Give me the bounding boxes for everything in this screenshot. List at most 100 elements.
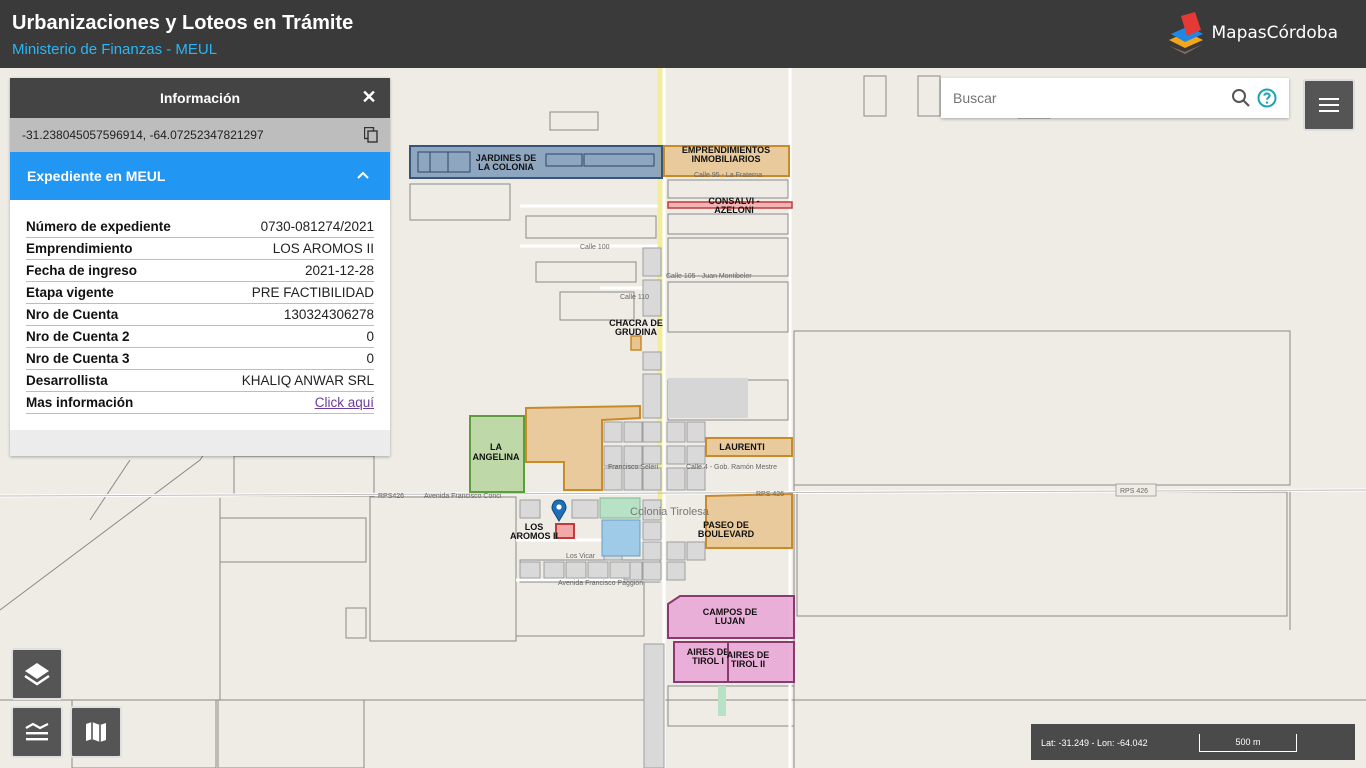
row-label: Etapa vigente	[26, 285, 114, 300]
street-calle105: Calle 105 - Juan Montibeler	[666, 273, 752, 280]
svg-text:LUJAN: LUJAN	[715, 616, 745, 626]
svg-text:GRUDINA: GRUDINA	[615, 327, 657, 337]
app-root: Urbanizaciones y Loteos en Trámite Minis…	[0, 0, 1366, 768]
street-rps426-center: RPS 426	[756, 491, 784, 498]
map-icon	[86, 722, 106, 742]
street-rps426-west: RPS426	[378, 493, 404, 500]
row-value: PRE FACTIBILIDAD	[251, 285, 374, 300]
row-label: Fecha de ingreso	[26, 263, 138, 278]
info-row: Nro de Cuenta 2 0	[26, 326, 374, 348]
label-campos-line2: LUJAN	[715, 616, 745, 626]
polygon-paseo-de-boulevard[interactable]: PASEO DE BOULEVARD	[698, 492, 793, 549]
polygon-jardines-de-la-colonia[interactable]: JARDINES DE LA COLONIA	[409, 145, 663, 179]
polygon-aires-de-tirol-i[interactable]: AIRES DE TIROL I	[673, 641, 729, 683]
row-value: 130324306278	[283, 307, 374, 322]
app-title: Urbanizaciones y Loteos en Trámite	[12, 12, 354, 34]
info-row: Número de expediente 0730-081274/2021	[26, 216, 374, 238]
label-emprendimientos-line2: INMOBILIARIOS	[692, 154, 761, 164]
street-rps426-east: RPS 426	[1120, 488, 1148, 495]
click-here-link[interactable]: Click aquí	[315, 395, 374, 410]
basemap-button[interactable]	[70, 706, 122, 758]
info-row: Etapa vigente PRE FACTIBILIDAD	[26, 282, 374, 304]
svg-text:LA COLONIA: LA COLONIA	[478, 162, 534, 172]
info-panel-header: Información ✕	[10, 78, 390, 118]
row-label: Nro de Cuenta 3	[26, 351, 130, 366]
row-value: KHALIQ ANWAR SRL	[241, 373, 374, 388]
label-town: Colonia Tirolesa	[630, 506, 710, 518]
row-label: Nro de Cuenta 2	[26, 329, 130, 344]
row-label: Mas información	[26, 395, 134, 410]
label-aires2-line2: TIROL II	[731, 659, 765, 669]
polygon-la-angelina[interactable]: LA ANGELINA	[469, 415, 525, 493]
info-row-more: Mas información Click aquí	[26, 392, 374, 414]
svg-text:AZELONI: AZELONI	[714, 205, 754, 215]
row-label: Desarrollista	[26, 373, 108, 388]
info-row: Fecha de ingreso 2021-12-28	[26, 260, 374, 282]
label-chacra-line2: GRUDINA	[615, 327, 657, 337]
row-value: 0730-081274/2021	[260, 219, 374, 234]
label-paseo-line2: BOULEVARD	[698, 529, 755, 539]
accordion-header-expediente[interactable]: Expediente en MEUL	[10, 152, 390, 200]
header: Urbanizaciones y Loteos en Trámite Minis…	[0, 0, 1366, 68]
mapascordoba-logo-icon	[1169, 12, 1204, 54]
scale-bar: Lat: -31.249 - Lon: -64.042 500 m	[1031, 724, 1355, 760]
street-gob-mestre: Calle 4 - Gob. Ramón Mestre	[686, 464, 777, 471]
hamburger-icon	[1319, 98, 1339, 112]
svg-text:ANGELINA: ANGELINA	[473, 452, 521, 462]
search-icon[interactable]	[1231, 88, 1251, 108]
close-icon[interactable]: ✕	[360, 88, 378, 106]
row-value: LOS AROMOS II	[272, 241, 374, 256]
info-row: Emprendimiento LOS AROMOS II	[26, 238, 374, 260]
info-panel: Información ✕ -31.238045057596914, -64.0…	[10, 78, 390, 456]
layers-icon	[24, 663, 50, 686]
label-jardines-line2: LA COLONIA	[478, 162, 534, 172]
svg-text:AROMOS II: AROMOS II	[510, 531, 558, 541]
polygon-aires-de-tirol-ii[interactable]: AIRES DE TIROL II	[727, 641, 795, 683]
label-consalvi-line2: AZELONI	[714, 205, 754, 215]
layers-button[interactable]	[11, 648, 63, 700]
search-input[interactable]	[953, 90, 1223, 106]
water-area	[601, 519, 641, 557]
street-avenida-conci: Avenida Francisco Conci	[424, 493, 502, 500]
search-box	[941, 78, 1289, 118]
latlon-readout: Lat: -31.249 - Lon: -64.042	[1041, 738, 1148, 748]
row-label: Nro de Cuenta	[26, 307, 119, 322]
street-calle110: Calle 110	[620, 294, 649, 301]
coordinates-bar: -31.238045057596914, -64.07252347821297	[10, 118, 390, 152]
row-value: 0	[366, 351, 374, 366]
brand[interactable]: MapasCórdoba	[1165, 12, 1338, 54]
legend-button[interactable]	[11, 706, 63, 758]
info-row: Desarrollista KHALIQ ANWAR SRL	[26, 370, 374, 392]
street-francisco-seleri: Francisco Seleri	[608, 464, 659, 471]
accordion-title: Expediente en MEUL	[27, 168, 166, 184]
svg-text:LA: LA	[490, 442, 502, 452]
label-laurenti: LAURENTI	[719, 442, 765, 452]
app-subtitle: Ministerio de Finanzas - MEUL	[12, 41, 218, 58]
polygon-laurenti[interactable]: LAURENTI	[705, 437, 793, 457]
scale-distance: 500 m	[1199, 734, 1297, 752]
row-value: 2021-12-28	[304, 263, 374, 278]
chevron-up-icon[interactable]	[356, 168, 370, 182]
polygon-campos-de-lujan[interactable]: CAMPOS DE LUJAN	[667, 595, 795, 639]
street-avenida-paggion: Avenida Francisco Paggion	[558, 580, 643, 587]
label-angelina-line2: ANGELINA	[473, 452, 521, 462]
svg-text:BOULEVARD: BOULEVARD	[698, 529, 755, 539]
street-los-vicar: Los Vicar	[566, 553, 596, 560]
svg-text:INMOBILIARIOS: INMOBILIARIOS	[692, 154, 761, 164]
coordinates-text: -31.238045057596914, -64.07252347821297	[22, 128, 264, 142]
label-aires1-line2: TIROL I	[692, 656, 724, 666]
info-row: Nro de Cuenta 3 0	[26, 348, 374, 370]
info-row: Nro de Cuenta 130324306278	[26, 304, 374, 326]
legend-icon	[25, 722, 49, 741]
accordion-body: Número de expediente 0730-081274/2021 Emp…	[10, 200, 390, 430]
help-icon[interactable]	[1257, 88, 1277, 108]
brand-name: MapasCórdoba	[1211, 23, 1338, 43]
row-value: 0	[366, 329, 374, 344]
label-aromos-line2: AROMOS II	[510, 531, 558, 541]
street-calle95: Calle 95 - La Fraterna	[694, 172, 762, 179]
svg-text:TIROL II: TIROL II	[731, 659, 765, 669]
row-label: Emprendimiento	[26, 241, 133, 256]
copy-icon[interactable]	[364, 127, 378, 143]
menu-button[interactable]	[1303, 79, 1355, 131]
row-label: Número de expediente	[26, 219, 171, 234]
